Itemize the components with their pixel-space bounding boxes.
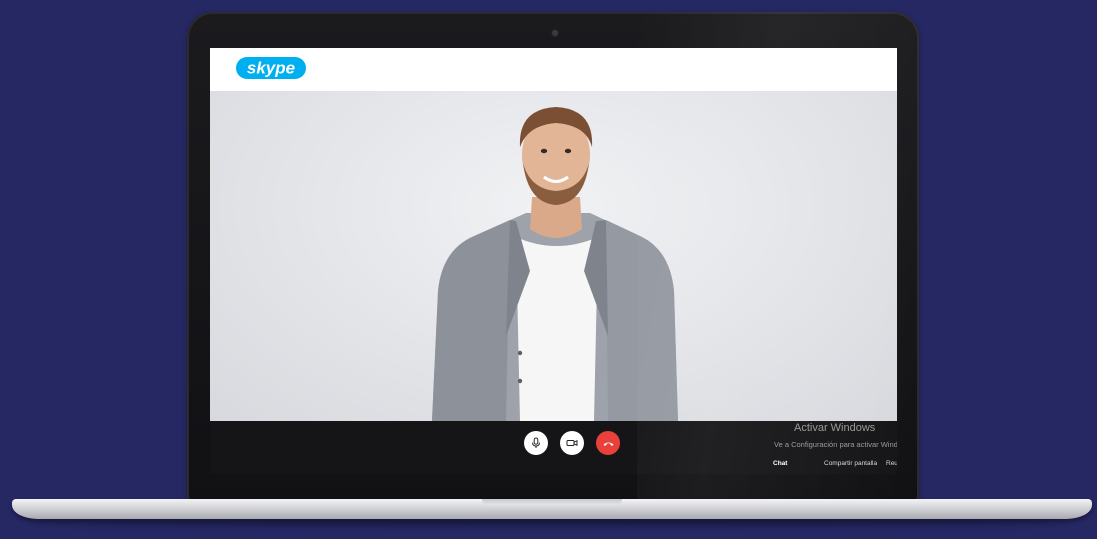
laptop-opening-notch (482, 499, 622, 505)
laptop-lid: skype Chat Compartir pantalla Reu Activa… (187, 12, 919, 502)
laptop-screen: skype Chat Compartir pantalla Reu Activa… (210, 48, 897, 474)
microphone-icon (532, 437, 540, 448)
tab-chat[interactable]: Chat (773, 460, 787, 467)
skype-logo-text: skype (247, 59, 295, 78)
webcam-dot (552, 30, 558, 36)
end-call-button[interactable] (596, 431, 620, 455)
remote-video-feed (210, 91, 897, 421)
laptop-base (12, 499, 1092, 519)
mute-microphone-button[interactable] (524, 431, 548, 455)
tab-meeting-truncated[interactable]: Reu (886, 460, 897, 467)
tab-share-screen[interactable]: Compartir pantalla (824, 460, 877, 467)
laptop-shadow (30, 519, 1070, 527)
remote-participant-video (432, 107, 678, 421)
windows-activation-watermark-subtitle: Ve a Configuración para activar Windows. (774, 440, 897, 449)
toggle-video-button[interactable] (560, 431, 584, 455)
phone-hangup-icon (603, 442, 613, 446)
skype-header: skype (210, 48, 897, 92)
skype-logo: skype (236, 57, 306, 79)
windows-activation-watermark-title: Activar Windows (794, 422, 876, 434)
video-camera-icon (566, 440, 578, 446)
